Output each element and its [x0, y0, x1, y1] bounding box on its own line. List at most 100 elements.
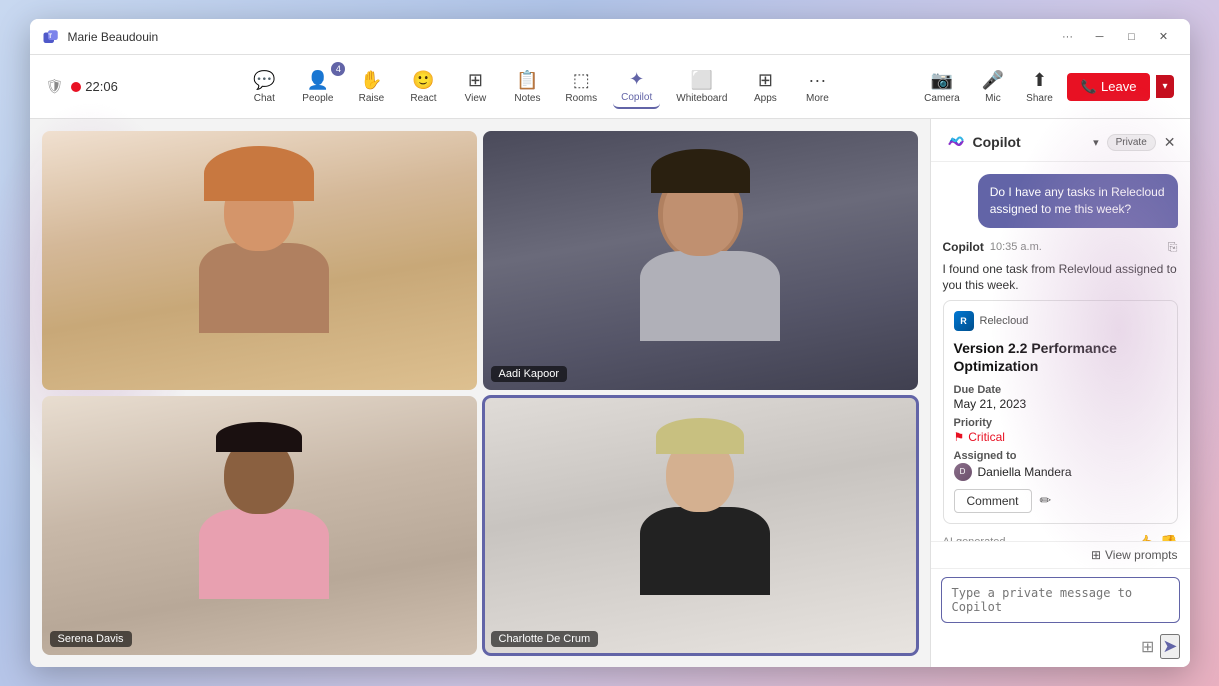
- camera-button[interactable]: 📷 Camera: [916, 66, 968, 108]
- video-tile-2: Aadi Kapoor: [483, 131, 918, 390]
- copilot-close-button[interactable]: ✕: [1164, 134, 1176, 151]
- camera-label: Camera: [924, 93, 960, 104]
- teams-logo: T: [42, 28, 60, 46]
- tile-1-person: [42, 131, 477, 390]
- people-label: People: [302, 93, 333, 104]
- react-icon: 🙂: [412, 70, 434, 91]
- view-icon: ⊞: [468, 70, 483, 91]
- toolbar-right: 📷 Camera 🎤 Mic ⬆ Share 📞 Leave ▾: [916, 66, 1173, 108]
- priority-flag-icon: ⚑: [954, 430, 965, 444]
- assigned-avatar: D: [954, 463, 972, 481]
- view-button[interactable]: ⊞ View: [453, 66, 497, 108]
- tile-3-name: Serena Davis: [50, 631, 132, 647]
- copilot-dropdown-icon[interactable]: ▾: [1093, 136, 1099, 149]
- view-prompts-label: View prompts: [1105, 548, 1177, 562]
- view-label: View: [465, 93, 487, 104]
- apps-icon: ⊞: [758, 70, 773, 91]
- share-button[interactable]: ⬆ Share: [1018, 66, 1061, 108]
- meeting-toolbar: 🛡 22:06 💬 Chat 👤 4 People ✋ Raise 🙂: [30, 55, 1190, 119]
- task-assigned-field: Assigned to D Daniella Mandera: [954, 450, 1167, 481]
- due-date-label: Due Date: [954, 384, 1167, 396]
- assigned-name: Daniella Mandera: [978, 465, 1072, 479]
- view-prompts-button[interactable]: ⊞ View prompts: [1091, 548, 1178, 562]
- copy-icon[interactable]: ⎘: [1168, 240, 1178, 255]
- notes-icon: 📋: [516, 70, 538, 91]
- task-card: R Relecloud Version 2.2 Performance Opti…: [943, 300, 1178, 523]
- assigned-row: D Daniella Mandera: [954, 463, 1167, 481]
- copilot-label: Copilot: [621, 92, 652, 103]
- more-options-button[interactable]: ···: [1054, 27, 1082, 47]
- thumbs-up-icon[interactable]: 👍: [1137, 534, 1154, 541]
- ai-time: 10:35 a.m.: [990, 241, 1042, 253]
- more-button[interactable]: ··· More: [795, 66, 839, 108]
- task-card-header: R Relecloud: [954, 311, 1167, 331]
- maximize-button[interactable]: □: [1118, 27, 1146, 47]
- mic-button[interactable]: 🎤 Mic: [974, 66, 1012, 108]
- share-icon: ⬆: [1032, 70, 1047, 91]
- task-due-date-field: Due Date May 21, 2023: [954, 384, 1167, 411]
- copilot-input-actions: ⊞ ➤: [941, 634, 1180, 659]
- copilot-message-input[interactable]: [941, 577, 1180, 623]
- private-badge: Private: [1107, 134, 1156, 151]
- task-actions: Comment ✏: [954, 489, 1167, 513]
- copilot-title: Copilot: [973, 134, 1094, 150]
- window-title: Marie Beaudouin: [68, 30, 1054, 44]
- rooms-icon: ⬚: [573, 70, 590, 91]
- raise-icon: ✋: [360, 70, 382, 91]
- rooms-button[interactable]: ⬚ Rooms: [557, 66, 605, 108]
- tile-4-person: [483, 396, 918, 655]
- view-prompts-icon: ⊞: [1091, 548, 1101, 562]
- leave-dropdown-button[interactable]: ▾: [1156, 75, 1173, 98]
- priority-label: Priority: [954, 417, 1167, 429]
- edit-button[interactable]: ✏: [1040, 492, 1052, 509]
- leave-button[interactable]: 📞 Leave: [1067, 73, 1151, 101]
- tile-2-person: [483, 131, 918, 390]
- copilot-button[interactable]: ✦ Copilot: [613, 65, 660, 109]
- title-bar: T Marie Beaudouin ··· ─ □ ✕: [30, 19, 1190, 55]
- whiteboard-icon: ⬜: [691, 70, 713, 91]
- task-priority-field: Priority ⚑ Critical: [954, 417, 1167, 444]
- mic-icon: 🎤: [982, 70, 1004, 91]
- priority-text: Critical: [968, 430, 1005, 444]
- video-tile-3: Serena Davis: [42, 396, 477, 655]
- more-label: More: [806, 93, 829, 104]
- people-button[interactable]: 👤 4 People: [294, 66, 341, 108]
- copilot-panel: Copilot ▾ Private ✕ Do I have any tasks …: [930, 119, 1190, 667]
- send-button[interactable]: ➤: [1160, 634, 1179, 659]
- recording-dot: [71, 82, 81, 92]
- ai-meta: Copilot 10:35 a.m. ⎘: [943, 240, 1178, 255]
- attach-button[interactable]: ⊞: [1141, 637, 1154, 657]
- timer-display: 22:06: [85, 79, 118, 94]
- due-date-value: May 21, 2023: [954, 397, 1167, 411]
- toolbar-center: 💬 Chat 👤 4 People ✋ Raise 🙂 React ⊞ View: [166, 65, 917, 109]
- notes-button[interactable]: 📋 Notes: [505, 66, 549, 108]
- apps-button[interactable]: ⊞ Apps: [743, 66, 787, 108]
- react-button[interactable]: 🙂 React: [401, 66, 445, 108]
- ai-name: Copilot: [943, 240, 984, 254]
- close-button[interactable]: ✕: [1150, 27, 1178, 47]
- comment-button[interactable]: Comment: [954, 489, 1032, 513]
- chat-icon: 💬: [253, 70, 275, 91]
- more-icon: ···: [808, 70, 826, 91]
- teams-window: T Marie Beaudouin ··· ─ □ ✕ 🛡 22:06 💬 Ch…: [30, 19, 1190, 667]
- main-content: Aadi Kapoor Serena Davis: [30, 119, 1190, 667]
- window-controls: ··· ─ □ ✕: [1054, 27, 1178, 47]
- chat-label: Chat: [254, 93, 275, 104]
- video-grid: Aadi Kapoor Serena Davis: [30, 119, 930, 667]
- minimize-button[interactable]: ─: [1086, 27, 1114, 47]
- raise-button[interactable]: ✋ Raise: [349, 66, 393, 108]
- ai-response-text: I found one task from Relevloud assigned…: [943, 261, 1178, 295]
- tile-3-person: [42, 396, 477, 655]
- shield-icon: 🛡: [46, 78, 64, 95]
- leave-label: Leave: [1101, 79, 1136, 94]
- copilot-header: Copilot ▾ Private ✕: [931, 119, 1190, 162]
- recording-indicator: 22:06: [71, 79, 118, 94]
- video-tile-1: [42, 131, 477, 390]
- svg-text:T: T: [48, 33, 52, 39]
- copilot-input-area: ⊞ ➤: [931, 568, 1190, 667]
- whiteboard-button[interactable]: ⬜ Whiteboard: [668, 66, 735, 108]
- chat-button[interactable]: 💬 Chat: [242, 66, 286, 108]
- thumbs-down-icon[interactable]: 👎: [1160, 534, 1177, 541]
- rooms-label: Rooms: [565, 93, 597, 104]
- ai-message: Copilot 10:35 a.m. ⎘ I found one task fr…: [943, 240, 1178, 541]
